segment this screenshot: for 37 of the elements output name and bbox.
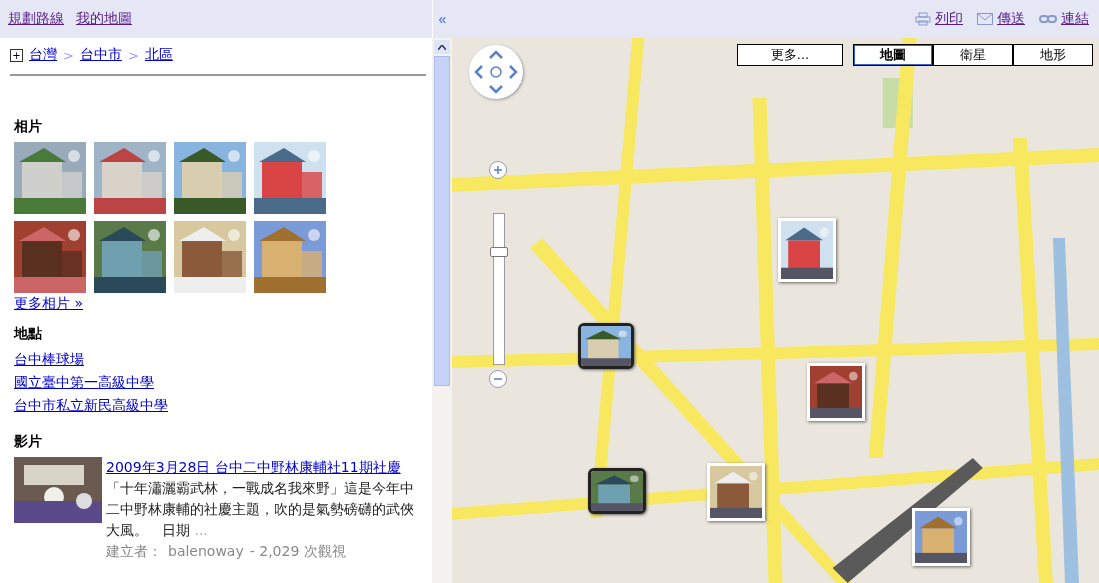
printer-icon [915, 12, 931, 26]
action-link[interactable]: 連結 [1039, 10, 1089, 28]
top-link[interactable]: 規劃路線 [8, 10, 64, 28]
zoom-slider-thumb[interactable] [490, 246, 508, 257]
author-name: balenoway [168, 542, 244, 561]
map-type-button[interactable]: 地形 [1013, 44, 1093, 66]
video-description: 「十年瀟灑霸武林，一戰成名我來野」這是今年中二中野林康輔的社慶主題，吹的是氣勢磅礴的武俠大風。 日期 ... [106, 479, 415, 540]
view-count: - 2,029 次觀視 [249, 542, 346, 561]
section-heading: 地點 [14, 325, 43, 343]
collapse-button[interactable]: « [438, 11, 447, 27]
section-heading: 影片 [14, 433, 43, 451]
minus-icon [494, 375, 502, 383]
more-button[interactable]: 更多... [737, 44, 843, 66]
map-type-button[interactable]: 衛星 [933, 44, 1013, 66]
map-type-button[interactable]: 地圖 [853, 44, 933, 66]
place-link[interactable]: 台中棒球場 [14, 351, 84, 367]
video-title-link[interactable]: 2009年3月28日 台中二中野林康輔社11期社慶 [106, 457, 424, 478]
breadcrumb-link[interactable]: 北區 [144, 46, 173, 64]
zoom-slider[interactable] [493, 213, 505, 365]
link-icon [1039, 14, 1057, 24]
author-label: 建立者： [106, 542, 162, 561]
breadcrumb-link[interactable]: 台中市 [79, 46, 122, 64]
place-link[interactable]: 國立臺中第一高級中學 [14, 374, 154, 390]
breadcrumb-link[interactable]: 台灣 [29, 46, 57, 64]
section-heading: 相片 [14, 118, 43, 136]
scrollbar-thumb[interactable] [434, 56, 450, 386]
breadcrumb-separator: > [127, 47, 139, 63]
breadcrumb-separator: > [63, 47, 74, 63]
scroll-up-button[interactable] [434, 40, 450, 54]
more-photos-link[interactable]: 更多相片 » [14, 295, 83, 311]
place-link[interactable]: 台中市私立新民高級中學 [14, 397, 168, 413]
expand-icon[interactable]: + [10, 48, 23, 62]
action-link[interactable]: 傳送 [977, 10, 1025, 28]
envelope-icon [977, 13, 993, 25]
action-link[interactable]: 列印 [915, 10, 963, 28]
plus-icon [494, 166, 502, 174]
top-link[interactable]: 我的地圖 [76, 10, 132, 28]
